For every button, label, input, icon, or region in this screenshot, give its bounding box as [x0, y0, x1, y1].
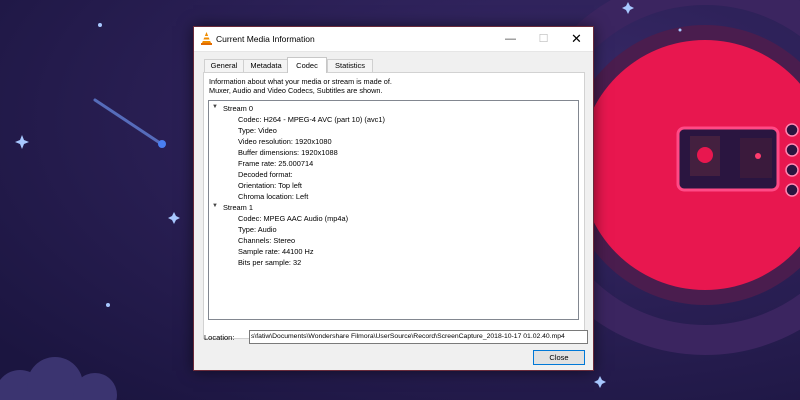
tree-field: Sample rate: 44100 Hz	[238, 247, 314, 256]
tree-field: Decoded format:	[238, 170, 293, 179]
tree-field: Frame rate: 25.000714	[238, 159, 314, 168]
media-info-dialog: Current Media Information — ☐ ✕ General …	[193, 26, 594, 371]
tab-metadata[interactable]: Metadata	[243, 59, 289, 72]
title-bar[interactable]: Current Media Information — ☐ ✕	[194, 27, 593, 52]
maximize-button[interactable]: ☐	[527, 27, 560, 51]
codec-description: Information about what your media or str…	[209, 77, 392, 95]
stream-label: Stream 1	[223, 203, 253, 212]
tree-field: Type: Audio	[238, 225, 277, 234]
codec-panel: Information about what your media or str…	[203, 72, 585, 339]
close-window-button[interactable]: ✕	[560, 27, 593, 51]
vlc-cone-icon	[201, 32, 212, 45]
window-title: Current Media Information	[216, 34, 315, 44]
tree-field: Buffer dimensions: 1920x1088	[238, 148, 338, 157]
tab-general[interactable]: General	[204, 59, 244, 72]
tree-field: Type: Video	[238, 126, 277, 135]
location-label: Location:	[204, 333, 235, 342]
description-line-1: Information about what your media or str…	[209, 77, 392, 86]
tree-field: Channels: Stereo	[238, 236, 296, 245]
chevron-down-icon[interactable]: ▼	[212, 104, 218, 110]
minimize-button[interactable]: —	[494, 27, 527, 51]
location-field[interactable]: s\fatiw\Documents\Wondershare Filmora\Us…	[249, 330, 588, 344]
close-button[interactable]: Close	[533, 350, 585, 365]
stream-label: Stream 0	[223, 104, 253, 113]
description-line-2: Muxer, Audio and Video Codecs, Subtitles…	[209, 86, 383, 95]
chevron-down-icon[interactable]: ▼	[212, 203, 218, 209]
tree-field: Chroma location: Left	[238, 192, 309, 201]
stream-tree[interactable]: ▼ Stream 0 Codec: H264 - MPEG-4 AVC (par…	[208, 100, 579, 320]
tree-field: Bits per sample: 32	[238, 258, 302, 267]
tree-field: Codec: H264 - MPEG-4 AVC (part 10) (avc1…	[238, 115, 385, 124]
tab-codec[interactable]: Codec	[287, 57, 327, 73]
tab-statistics[interactable]: Statistics	[327, 59, 373, 72]
tree-field: Video resolution: 1920x1080	[238, 137, 332, 146]
tree-field: Codec: MPEG AAC Audio (mp4a)	[238, 214, 349, 223]
tree-field: Orientation: Top left	[238, 181, 302, 190]
